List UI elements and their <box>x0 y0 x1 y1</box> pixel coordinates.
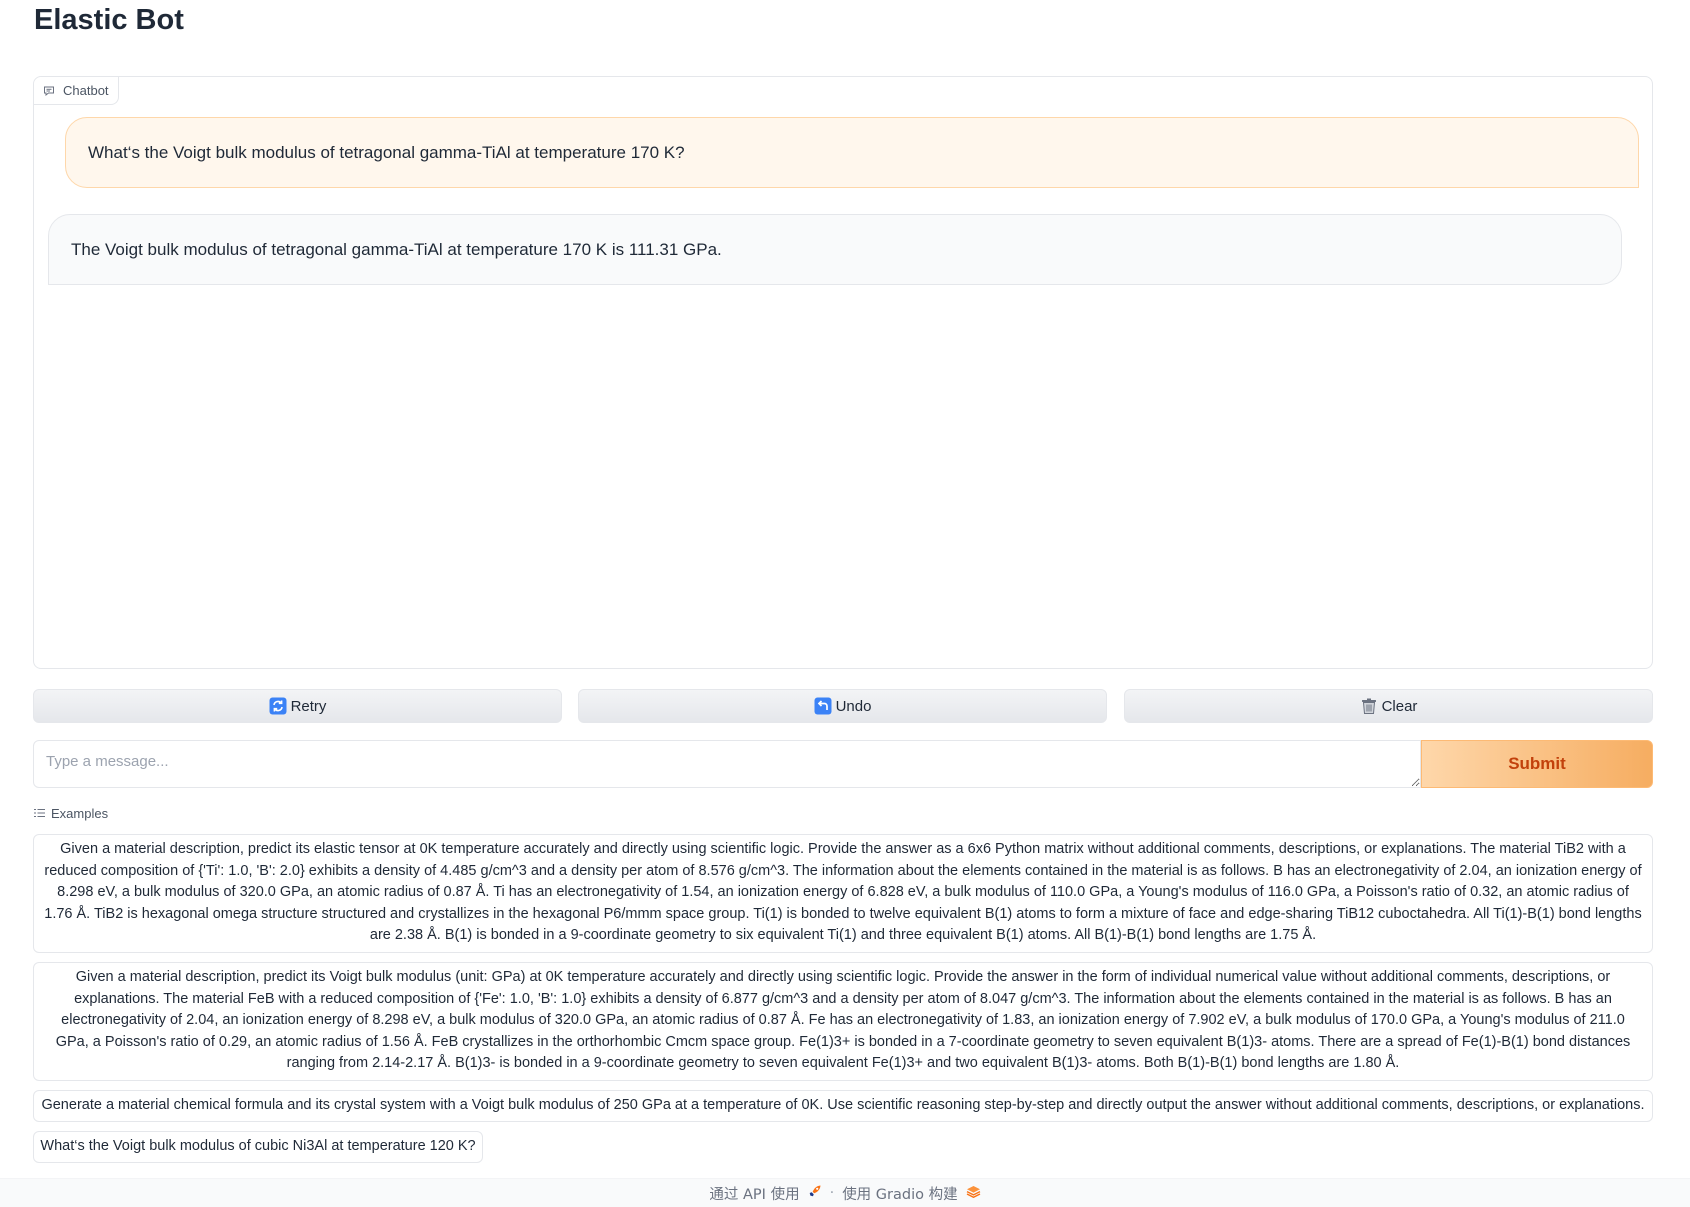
built-with-gradio-label: 使用 Gradio 构建 <box>842 1186 958 1203</box>
use-via-api-link[interactable]: 通过 API 使用 <box>709 1183 799 1204</box>
undo-button[interactable]: Undo <box>578 689 1107 723</box>
examples-header: Examples <box>34 806 108 821</box>
trash-icon <box>1360 697 1378 715</box>
chatbot-label-text: Chatbot <box>63 83 109 98</box>
undo-icon <box>814 697 832 715</box>
chat-bubble-icon <box>43 85 55 97</box>
page-title: Elastic Bot <box>34 4 184 36</box>
bot-message-text: The Voigt bulk modulus of tetragonal gam… <box>71 239 722 259</box>
built-with-gradio-link[interactable]: 使用 Gradio 构建 <box>842 1183 957 1204</box>
clear-button[interactable]: Clear <box>1124 689 1653 723</box>
footer-separator: · <box>829 1185 835 1201</box>
message-input[interactable] <box>33 740 1421 788</box>
clear-label: Clear <box>1381 697 1418 715</box>
user-message: What‘s the Voigt bulk modulus of tetrago… <box>65 117 1639 188</box>
example-item[interactable]: Given a material description, predict it… <box>33 834 1653 953</box>
action-button-row: Retry Undo Clear <box>33 689 1653 723</box>
rocket-icon <box>808 1184 822 1202</box>
retry-icon <box>269 697 287 715</box>
retry-label: Retry <box>290 697 327 715</box>
submit-button[interactable]: Submit <box>1421 740 1653 788</box>
user-message-text: What‘s the Voigt bulk modulus of tetrago… <box>88 142 685 162</box>
footer: 通过 API 使用 · 使用 Gradio 构建 <box>0 1178 1690 1207</box>
chatbot-label: Chatbot <box>34 77 119 105</box>
list-icon <box>34 806 45 821</box>
bot-message: The Voigt bulk modulus of tetragonal gam… <box>48 214 1622 285</box>
retry-button[interactable]: Retry <box>33 689 562 723</box>
examples-label: Examples <box>51 806 109 821</box>
use-via-api-label: 通过 API 使用 <box>709 1186 800 1203</box>
example-item[interactable]: What‘s the Voigt bulk modulus of cubic N… <box>33 1131 483 1163</box>
example-item[interactable]: Generate a material chemical formula and… <box>33 1090 1653 1122</box>
gradio-logo-icon <box>966 1185 981 1202</box>
example-item[interactable]: Given a material description, predict it… <box>33 962 1653 1081</box>
undo-label: Undo <box>835 697 872 715</box>
message-input-row: Submit <box>33 740 1653 788</box>
chatbot-panel[interactable]: Chatbot What‘s the Voigt bulk modulus of… <box>33 76 1653 669</box>
